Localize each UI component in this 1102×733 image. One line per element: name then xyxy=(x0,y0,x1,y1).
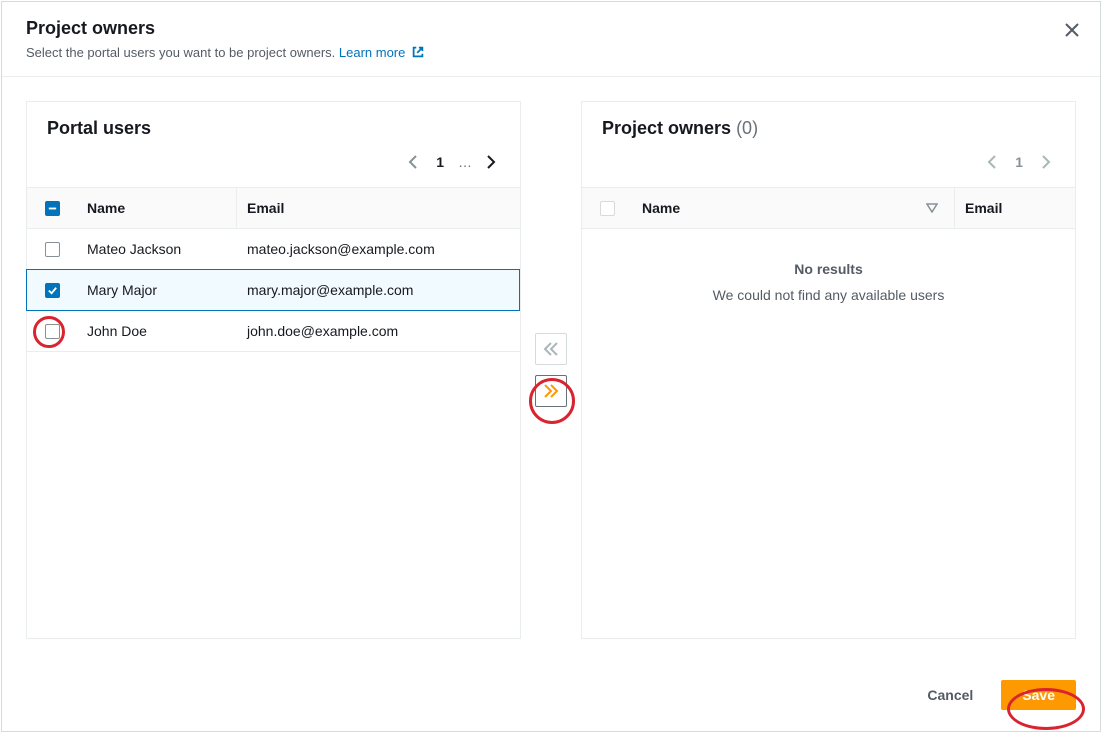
learn-more-link[interactable]: Learn more xyxy=(339,45,425,60)
page-number: 1 xyxy=(432,154,448,170)
portal-users-pagination: 1 … xyxy=(27,139,520,187)
select-all-checkbox xyxy=(600,201,615,216)
external-link-icon xyxy=(411,45,425,62)
chevrons-left-icon xyxy=(543,342,559,356)
project-owners-title: Project owners (0) xyxy=(602,118,1055,139)
modal-header: Project owners Select the portal users y… xyxy=(2,2,1100,77)
move-left-button[interactable] xyxy=(535,333,567,365)
project-owners-pagination: 1 xyxy=(582,139,1075,187)
user-email: mary.major@example.com xyxy=(237,270,519,310)
portal-users-title: Portal users xyxy=(47,118,500,139)
modal-footer: Cancel Save xyxy=(2,663,1100,731)
user-email: john.doe@example.com xyxy=(237,311,520,351)
modal-title: Project owners xyxy=(26,18,1076,39)
table-row[interactable]: Mateo Jackson mateo.jackson@example.com xyxy=(27,229,520,270)
column-header-email[interactable]: Email xyxy=(237,188,520,228)
close-icon xyxy=(1064,22,1080,38)
empty-state: No results We could not find any availab… xyxy=(582,229,1075,335)
close-button[interactable] xyxy=(1064,22,1080,42)
page-ellipsis: … xyxy=(458,154,472,170)
prev-page-button[interactable] xyxy=(404,151,422,173)
user-name: Mary Major xyxy=(77,270,237,310)
chevron-left-icon xyxy=(987,155,997,169)
cancel-button[interactable]: Cancel xyxy=(911,679,989,711)
chevrons-right-icon xyxy=(543,384,559,398)
page-number: 1 xyxy=(1011,154,1027,170)
user-email: mateo.jackson@example.com xyxy=(237,229,520,269)
select-all-checkbox[interactable] xyxy=(45,201,60,216)
empty-subtitle: We could not find any available users xyxy=(602,287,1055,303)
column-header-name[interactable]: Name xyxy=(77,188,237,228)
row-checkbox[interactable] xyxy=(45,242,60,257)
move-right-button[interactable] xyxy=(535,375,567,407)
save-button[interactable]: Save xyxy=(1001,680,1076,710)
chevron-left-icon xyxy=(408,155,418,169)
transfer-controls xyxy=(521,101,581,639)
row-checkbox[interactable] xyxy=(45,283,60,298)
column-header-name[interactable]: Name xyxy=(632,188,955,228)
empty-title: No results xyxy=(602,261,1055,277)
sort-icon xyxy=(926,200,938,216)
next-page-button[interactable] xyxy=(482,151,500,173)
prev-page-button[interactable] xyxy=(983,151,1001,173)
subtitle-text: Select the portal users you want to be p… xyxy=(26,45,339,60)
user-name: John Doe xyxy=(77,311,237,351)
project-owners-panel: Project owners (0) 1 xyxy=(581,101,1076,639)
table-row[interactable]: John Doe john.doe@example.com xyxy=(27,311,520,352)
modal-subtitle: Select the portal users you want to be p… xyxy=(26,45,1076,62)
next-page-button[interactable] xyxy=(1037,151,1055,173)
user-name: Mateo Jackson xyxy=(77,229,237,269)
portal-users-panel: Portal users 1 … xyxy=(26,101,521,639)
chevron-right-icon xyxy=(1041,155,1051,169)
owners-count: (0) xyxy=(736,118,758,138)
table-row[interactable]: Mary Major mary.major@example.com xyxy=(26,269,520,311)
column-header-email[interactable]: Email xyxy=(955,188,1075,228)
row-checkbox[interactable] xyxy=(45,324,60,339)
chevron-right-icon xyxy=(486,155,496,169)
